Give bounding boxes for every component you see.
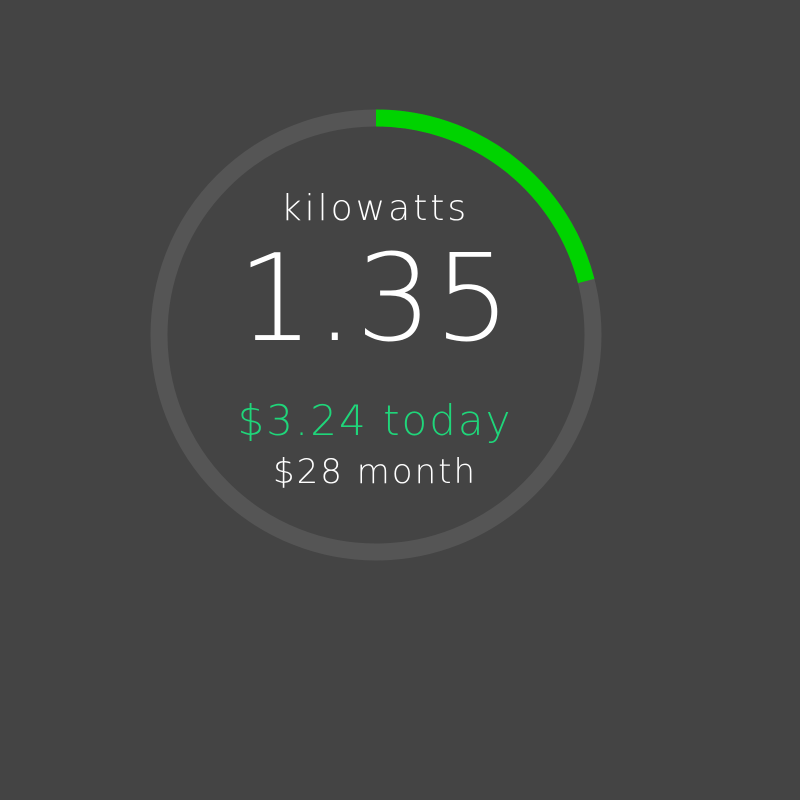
- power-value: 1.35: [237, 230, 513, 369]
- month-cost: $28 month: [272, 452, 478, 492]
- today-cost: $3.24 today: [237, 396, 513, 445]
- unit-label: kilowatts: [280, 188, 470, 229]
- kilowatt-gauge-widget: kilowatts 1.35 $3.24 today $28 month: [0, 0, 800, 800]
